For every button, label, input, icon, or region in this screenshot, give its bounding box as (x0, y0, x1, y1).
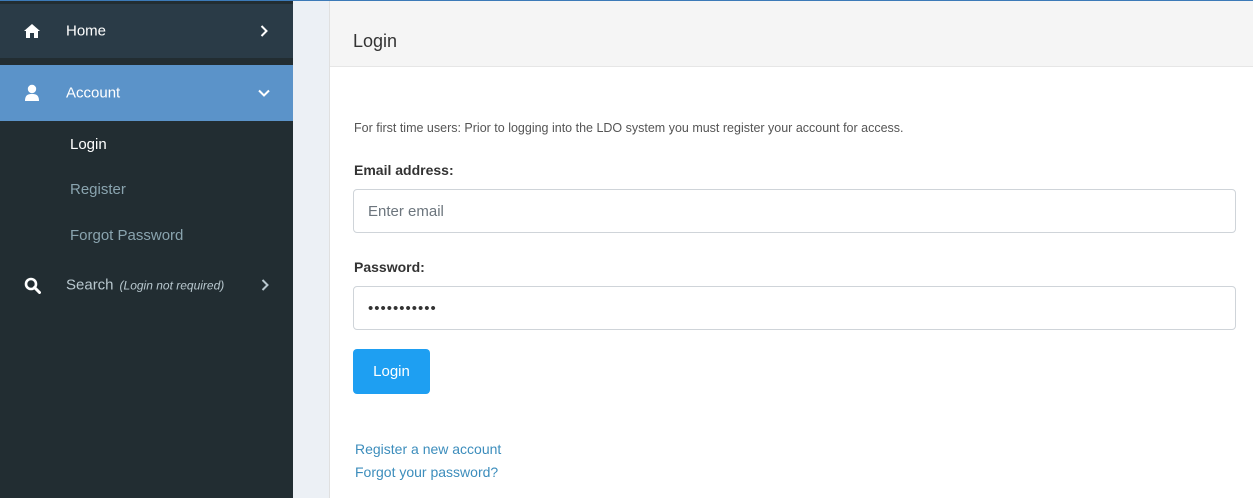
intro-text: For first time users: Prior to logging i… (354, 121, 904, 135)
chevron-right-icon (259, 279, 271, 291)
sidebar-item-account[interactable]: Account (0, 65, 293, 121)
forgot-password-link[interactable]: Forgot your password? (355, 464, 498, 480)
sidebar-item-home[interactable]: Home (0, 4, 293, 58)
sidebar-item-home-label: Home (66, 22, 107, 40)
password-label: Password: (354, 259, 425, 275)
chevron-down-icon (258, 87, 270, 99)
search-icon (22, 275, 42, 295)
search-hint-text: (Login not required) (119, 278, 225, 293)
sidebar-subitem-login[interactable]: Login (70, 136, 107, 153)
sidebar-item-search-label: Search (Login not required) (66, 277, 224, 294)
email-label: Email address: (354, 162, 454, 178)
chevron-right-icon (258, 25, 270, 37)
search-label-text: Search (66, 276, 114, 294)
panel-header: Login (330, 1, 1253, 67)
email-field[interactable] (353, 189, 1236, 233)
sidebar: Home Account Login Register Forgot Passw… (0, 1, 293, 498)
login-panel: Login For first time users: Prior to log… (329, 1, 1253, 498)
content-gutter (293, 1, 329, 498)
sidebar-item-account-label: Account (66, 84, 121, 102)
app-root: Home Account Login Register Forgot Passw… (0, 0, 1253, 498)
user-icon (22, 83, 42, 103)
page-title: Login (353, 31, 398, 51)
sidebar-subitem-forgot-password[interactable]: Forgot Password (70, 227, 183, 244)
home-icon (22, 21, 42, 41)
sidebar-item-search[interactable]: Search (Login not required) (0, 258, 293, 312)
register-link[interactable]: Register a new account (355, 441, 501, 457)
sidebar-subitem-register[interactable]: Register (70, 181, 126, 198)
password-field[interactable] (353, 286, 1236, 330)
login-button[interactable]: Login (353, 349, 430, 394)
